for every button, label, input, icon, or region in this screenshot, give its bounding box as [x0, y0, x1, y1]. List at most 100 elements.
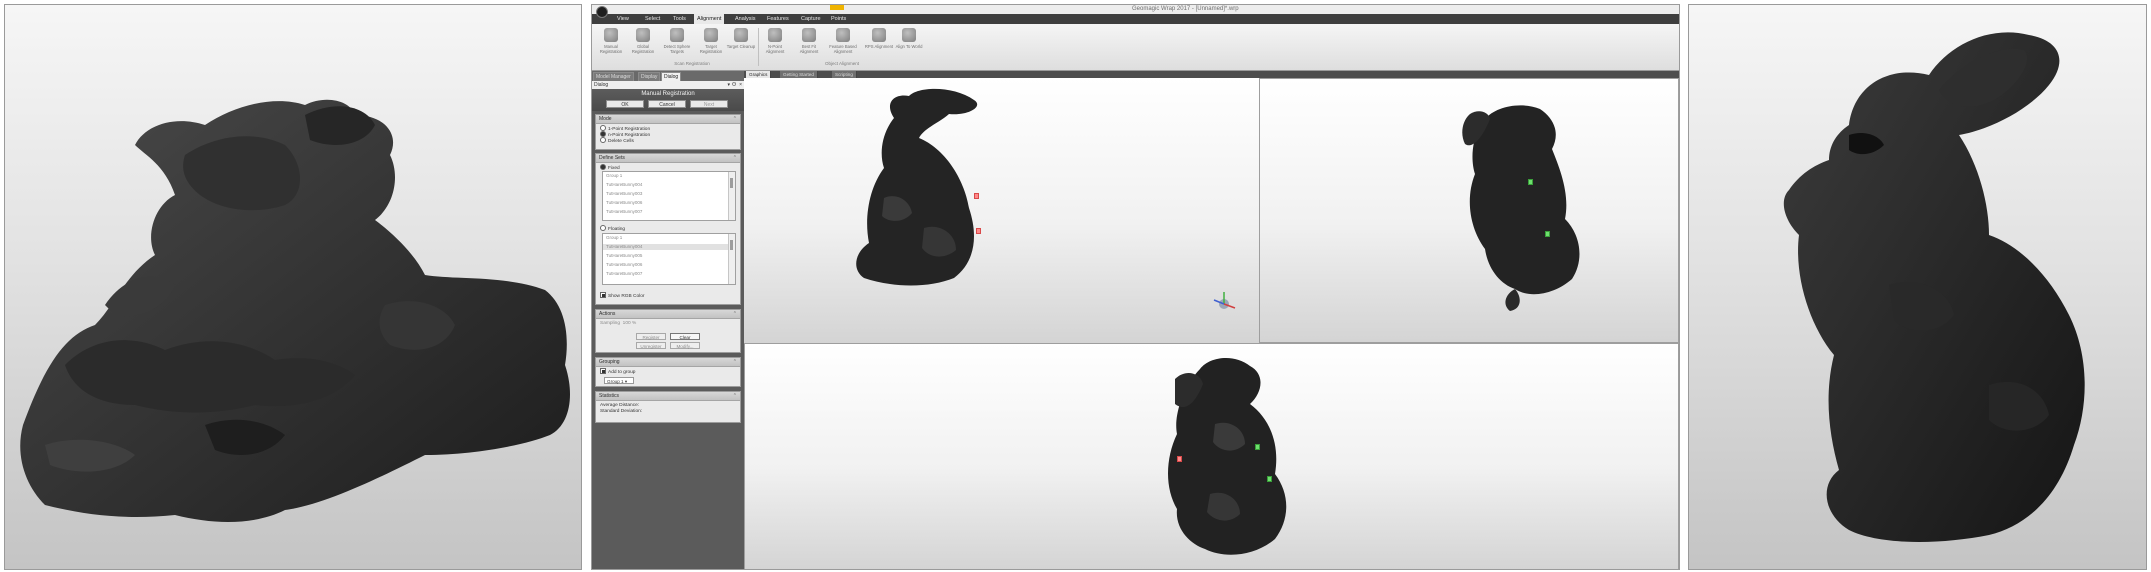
fixed-list[interactable]: Group 1 TutHareBunny004 TutHareBunny003 … [602, 171, 736, 221]
define-sets-header[interactable]: Define Sets ⌃ [596, 154, 740, 163]
checkbox-checked-icon [600, 292, 606, 298]
actions-title: Actions [599, 311, 616, 317]
next-button[interactable]: Next [690, 100, 728, 108]
menu-select[interactable]: Select [642, 14, 663, 24]
tab-graphics[interactable]: Graphics [746, 71, 772, 78]
sidebar-tabs: Model Manager Display Dialog [592, 71, 744, 82]
align-to-world-button[interactable]: Align To World [894, 28, 924, 49]
unregistered-scans-render [20, 99, 570, 522]
list-item[interactable]: TutHareBunny003 [606, 191, 642, 197]
grouping-header[interactable]: Grouping ⌃ [596, 358, 740, 367]
cancel-button[interactable]: Cancel [648, 100, 686, 108]
collapse-icon: ⌃ [732, 155, 737, 161]
scrollbar-thumb[interactable] [730, 178, 733, 188]
dialog-title: Dialog [594, 82, 609, 88]
list-item[interactable]: TutHareBunny006 [606, 262, 642, 268]
statistics-header[interactable]: Statistics ⌃ [596, 392, 740, 401]
application-menu-button[interactable] [596, 6, 608, 18]
menu-view[interactable]: View [614, 14, 632, 24]
manual-registration-icon [604, 28, 618, 42]
feature-based-alignment-button[interactable]: Feature Based Alignment [828, 28, 858, 54]
list-item[interactable]: TutHareBunny005 [606, 253, 642, 259]
radio-selected-icon [600, 164, 606, 170]
define-sets-title: Define Sets [599, 155, 625, 161]
floating-radio[interactable]: Floating [600, 225, 625, 233]
target-registration-button[interactable]: Target Registration [696, 28, 726, 54]
unregister-button[interactable]: Unregister [636, 342, 666, 349]
manual-registration-title: Manual Registration [641, 91, 695, 97]
mode-option-delete-cells[interactable]: Delete Cells [600, 137, 634, 145]
viewport-result[interactable] [744, 343, 1679, 570]
registration-point-marker[interactable] [1177, 456, 1182, 462]
collapse-icon: ⌃ [732, 359, 737, 365]
list-item[interactable]: Group 1 [606, 235, 622, 241]
modify-button[interactable]: Modify... [670, 342, 700, 349]
floating-bunny-model[interactable] [1260, 79, 1679, 343]
registered-bunny-render [1783, 32, 2085, 542]
menu-bar: View Select Tools Alignment Analysis Fea… [592, 14, 1679, 24]
ok-button[interactable]: OK [606, 100, 644, 108]
menu-features[interactable]: Features [764, 14, 792, 24]
clear-button[interactable]: Clear [670, 333, 700, 340]
viewport-floating[interactable] [1259, 78, 1679, 343]
registration-point-marker[interactable] [974, 193, 979, 199]
register-button[interactable]: Register [636, 333, 666, 340]
list-item[interactable]: Group 1 [606, 173, 622, 179]
global-registration-button[interactable]: Global Registration [628, 28, 658, 54]
combined-bunny-model[interactable] [745, 344, 1679, 570]
group-object-alignment: Object Alignment [824, 61, 860, 66]
mode-section-header[interactable]: Mode ⌃ [596, 115, 740, 124]
n-point-alignment-button[interactable]: N-Point Alignment [760, 28, 790, 54]
axis-triad-icon [1213, 292, 1236, 309]
registration-point-marker[interactable] [1255, 444, 1260, 450]
grouping-title: Grouping [599, 359, 620, 365]
manual-registration-button[interactable]: Manual Registration [596, 28, 626, 54]
menu-alignment[interactable]: Alignment [694, 14, 725, 24]
collapse-icon: ⌃ [732, 311, 737, 317]
menu-capture[interactable]: Capture [798, 14, 824, 24]
floating-list[interactable]: Group 1 TutHareBunny004 TutHareBunny005 … [602, 233, 736, 285]
statistics-title: Statistics [599, 393, 620, 399]
menu-tools[interactable]: Tools [670, 14, 689, 24]
registration-point-marker[interactable] [1545, 231, 1550, 237]
dialog-sidebar: Model Manager Display Dialog Dialog ▾ ʘ … [592, 71, 744, 569]
menu-analysis[interactable]: Analysis [732, 14, 758, 24]
registration-point-marker[interactable] [1267, 476, 1272, 482]
floating-list-scrollbar[interactable] [728, 234, 735, 284]
menu-points[interactable]: Points [828, 14, 849, 24]
tab-scripting[interactable]: Scripting [832, 71, 857, 78]
dialog-close-icon[interactable]: × [739, 81, 742, 89]
mode-section-title: Mode [599, 116, 612, 122]
dialog-dropdown-icon[interactable]: ▾ [727, 81, 730, 89]
list-item[interactable]: TutHareBunny004 [606, 182, 642, 188]
registration-point-marker[interactable] [1528, 179, 1533, 185]
manual-registration-header: Manual Registration OK Cancel Next [592, 89, 744, 111]
viewport-fixed[interactable] [744, 78, 1259, 343]
registration-point-marker[interactable] [976, 228, 981, 234]
target-cleanup-button[interactable]: Target Cleanup [726, 28, 756, 49]
dialog-pin-icon[interactable]: ʘ [732, 81, 736, 89]
rps-alignment-button[interactable]: RPS Alignment [864, 28, 894, 49]
list-item[interactable]: TutHareBunny006 [606, 200, 642, 206]
list-item[interactable]: TutHareBunny007 [606, 271, 642, 277]
sampling-value[interactable]: 100 % [623, 321, 637, 326]
detect-sphere-icon [670, 28, 684, 42]
fixed-bunny-model[interactable] [744, 78, 1259, 343]
actions-header[interactable]: Actions ⌃ [596, 310, 740, 319]
standard-deviation-label: Standard Deviation: [600, 409, 643, 414]
add-to-group-checkbox[interactable]: Add to group [600, 368, 635, 376]
list-item[interactable]: TutHareBunny007 [606, 209, 642, 215]
best-fit-icon [802, 28, 816, 42]
collapse-icon: ⌃ [732, 116, 737, 122]
fixed-list-scrollbar[interactable] [728, 172, 735, 220]
list-item-selected[interactable]: TutHareBunny004 [603, 244, 729, 250]
statistics-section: Statistics ⌃ Average Distance: Standard D… [595, 391, 741, 423]
group-select[interactable]: Group 1 ▾ [604, 377, 634, 384]
show-rgb-checkbox[interactable]: Show RGB Color [600, 292, 645, 300]
scrollbar-thumb[interactable] [730, 240, 733, 250]
detect-sphere-targets-button[interactable]: Detect Sphere Targets [662, 28, 692, 54]
feature-alignment-icon [836, 28, 850, 42]
best-fit-alignment-button[interactable]: Best Fit Alignment [794, 28, 824, 54]
view-tabs: Graphics Getting Started Scripting [744, 71, 1679, 78]
tab-getting-started[interactable]: Getting Started [780, 71, 818, 78]
